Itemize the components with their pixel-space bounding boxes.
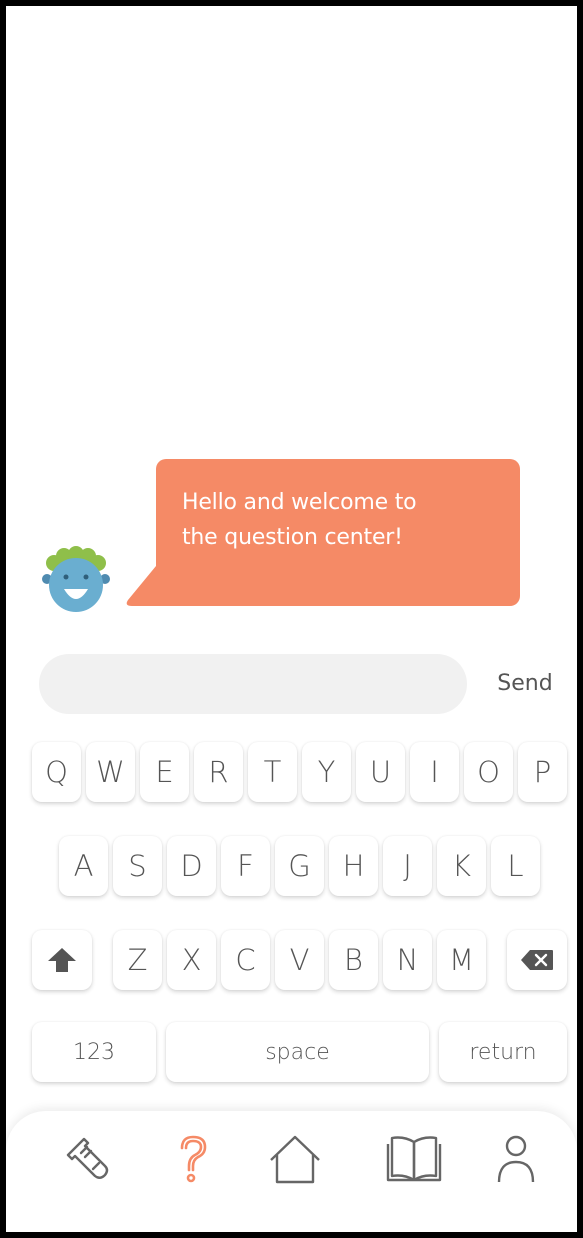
keyboard-row-2: A S D F G H J K L bbox=[6, 836, 577, 896]
key-j[interactable]: J bbox=[383, 836, 432, 896]
key-p[interactable]: P bbox=[518, 742, 567, 802]
keyboard-row-1: Q W E R T Y U I O P bbox=[6, 742, 577, 802]
key-c[interactable]: C bbox=[221, 930, 270, 990]
key-x[interactable]: X bbox=[167, 930, 216, 990]
shift-key[interactable] bbox=[32, 930, 92, 990]
nav-questions[interactable] bbox=[163, 1129, 223, 1189]
bot-message-line-1: Hello and welcome to bbox=[182, 490, 417, 515]
key-o[interactable]: O bbox=[464, 742, 513, 802]
nav-experiments[interactable] bbox=[59, 1129, 119, 1189]
key-e[interactable]: E bbox=[140, 742, 189, 802]
key-v[interactable]: V bbox=[275, 930, 324, 990]
bot-avatar-icon bbox=[42, 546, 110, 612]
book-icon bbox=[386, 1136, 442, 1182]
bot-message-bubble: Hello and welcome to the question center… bbox=[156, 459, 520, 606]
shift-icon bbox=[48, 948, 76, 972]
key-z[interactable]: Z bbox=[113, 930, 162, 990]
key-l[interactable]: L bbox=[491, 836, 540, 896]
key-w[interactable]: W bbox=[86, 742, 135, 802]
backspace-key[interactable] bbox=[507, 930, 567, 990]
key-y[interactable]: Y bbox=[302, 742, 351, 802]
key-k[interactable]: K bbox=[437, 836, 486, 896]
key-u[interactable]: U bbox=[356, 742, 405, 802]
key-q[interactable]: Q bbox=[32, 742, 81, 802]
key-a[interactable]: A bbox=[59, 836, 108, 896]
nav-profile[interactable] bbox=[486, 1129, 546, 1189]
return-key[interactable]: return bbox=[439, 1022, 567, 1082]
question-mark-icon bbox=[180, 1135, 207, 1183]
test-tube-icon bbox=[66, 1137, 109, 1179]
nav-library[interactable] bbox=[384, 1129, 444, 1189]
profile-icon bbox=[497, 1135, 535, 1183]
question-center-screen: Hello and welcome to the question center… bbox=[6, 6, 577, 1232]
keyboard-row-4: 123 space return bbox=[6, 1022, 577, 1082]
key-f[interactable]: F bbox=[221, 836, 270, 896]
bottom-navigation bbox=[6, 1111, 577, 1232]
key-r[interactable]: R bbox=[194, 742, 243, 802]
key-s[interactable]: S bbox=[113, 836, 162, 896]
numbers-key[interactable]: 123 bbox=[32, 1022, 156, 1082]
nav-home[interactable] bbox=[265, 1129, 325, 1189]
home-icon bbox=[270, 1135, 320, 1184]
key-t[interactable]: T bbox=[248, 742, 297, 802]
key-n[interactable]: N bbox=[383, 930, 432, 990]
key-d[interactable]: D bbox=[167, 836, 216, 896]
bot-message-line-2: the question center! bbox=[182, 525, 403, 550]
send-button[interactable]: Send bbox=[480, 666, 570, 702]
question-input[interactable] bbox=[39, 654, 467, 714]
keyboard-row-3: Z X C V B N M bbox=[6, 930, 577, 990]
backspace-icon bbox=[521, 950, 553, 970]
space-key[interactable]: space bbox=[166, 1022, 429, 1082]
key-b[interactable]: B bbox=[329, 930, 378, 990]
key-g[interactable]: G bbox=[275, 836, 324, 896]
key-h[interactable]: H bbox=[329, 836, 378, 896]
key-i[interactable]: I bbox=[410, 742, 459, 802]
key-m[interactable]: M bbox=[437, 930, 486, 990]
